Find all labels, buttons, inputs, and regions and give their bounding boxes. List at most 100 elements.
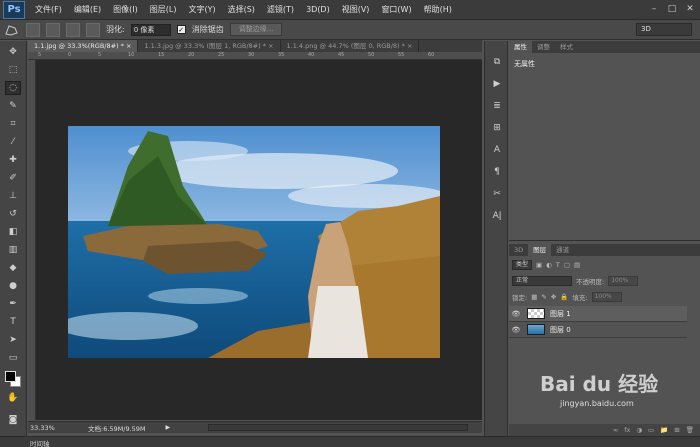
menu-layer[interactable]: 图层(L) bbox=[144, 0, 183, 20]
window-controls: – □ ✕ bbox=[648, 3, 696, 15]
filter-smart-icon[interactable]: ▤ bbox=[574, 261, 580, 269]
watermark-logo: Bai du 经验 bbox=[540, 372, 659, 396]
ruler-tick: 5 bbox=[38, 52, 42, 58]
foreground-color-swatch[interactable] bbox=[5, 371, 16, 382]
document-photo[interactable] bbox=[68, 126, 440, 358]
tab-close-icon[interactable]: × bbox=[268, 42, 273, 50]
brush-tool-icon[interactable]: ✐ bbox=[5, 171, 21, 185]
feather-input[interactable] bbox=[130, 23, 171, 36]
antialias-checkbox[interactable]: ✓ bbox=[176, 25, 186, 34]
lock-all-icon[interactable]: 🔒 bbox=[560, 293, 568, 301]
eraser-tool-icon[interactable]: ◧ bbox=[5, 225, 21, 239]
tab-channels[interactable]: 通道 bbox=[551, 244, 574, 256]
layer-row[interactable]: 👁 图层 0 bbox=[509, 322, 687, 338]
tab-styles[interactable]: 样式 bbox=[555, 41, 578, 53]
lasso-tool-icon[interactable]: ◌ bbox=[5, 81, 21, 95]
eyedropper-tool-icon[interactable]: ⁄ bbox=[5, 135, 21, 149]
layer-filter-select[interactable]: 类型 bbox=[512, 260, 533, 270]
menu-edit[interactable]: 编辑(E) bbox=[68, 0, 107, 20]
new-selection-icon[interactable] bbox=[26, 22, 40, 37]
fill-input[interactable]: 100% bbox=[591, 292, 622, 302]
layer-row[interactable]: 👁 图层 1 bbox=[509, 306, 687, 322]
document-size-info: 文档:6.59M/9.59M bbox=[88, 424, 146, 433]
ruler-tick: 25 bbox=[218, 52, 225, 58]
menu-view[interactable]: 视图(V) bbox=[336, 0, 376, 20]
menu-type[interactable]: 文字(Y) bbox=[182, 0, 221, 20]
type-tool-icon[interactable]: T bbox=[5, 315, 21, 329]
visibility-eye-icon[interactable]: 👁 bbox=[509, 310, 523, 318]
intersect-selection-icon[interactable] bbox=[86, 22, 100, 37]
polygonal-lasso-icon[interactable] bbox=[4, 23, 20, 37]
pen-tool-icon[interactable]: ✒ bbox=[5, 297, 21, 311]
tab-layers[interactable]: 图层 bbox=[528, 244, 552, 256]
filter-type-icon[interactable]: T bbox=[556, 261, 560, 269]
document-tabs: 1.1.jpg @ 33.3%(RGB/8#) * × 1.1.3.jpg @ … bbox=[28, 40, 482, 52]
antialias-label: 消除锯齿 bbox=[191, 25, 224, 34]
ruler-tick: 45 bbox=[338, 52, 345, 58]
lock-pixels-icon[interactable]: ✎ bbox=[541, 293, 546, 301]
blend-mode-select[interactable]: 正常 bbox=[512, 276, 572, 286]
history-brush-tool-icon[interactable]: ↺ bbox=[5, 207, 21, 221]
history-panel-icon[interactable]: ⧉ bbox=[489, 55, 505, 69]
opacity-input[interactable]: 100% bbox=[608, 276, 639, 286]
paragraph-panel-icon[interactable]: ¶ bbox=[489, 165, 505, 179]
shape-tool-icon[interactable]: ▭ bbox=[5, 351, 21, 365]
close-button[interactable]: ✕ bbox=[684, 3, 696, 15]
menu-3d[interactable]: 3D(D) bbox=[300, 0, 336, 20]
feather-label: 羽化: bbox=[106, 25, 125, 34]
clone-stamp-tool-icon[interactable]: ⊥ bbox=[5, 189, 21, 203]
tab-doc-2[interactable]: 1.1.3.jpg @ 33.3% (图层 1, RGB/8#) * × bbox=[138, 40, 281, 52]
menu-filter[interactable]: 滤镜(T) bbox=[261, 0, 300, 20]
workspace-select[interactable]: 3D bbox=[636, 23, 692, 36]
zoom-level[interactable]: 33.33% bbox=[28, 424, 58, 432]
dodge-tool-icon[interactable]: ● bbox=[5, 279, 21, 293]
healing-brush-tool-icon[interactable]: ✚ bbox=[5, 153, 21, 167]
menu-window[interactable]: 窗口(W) bbox=[375, 0, 417, 20]
tab-doc-1[interactable]: 1.1.jpg @ 33.3%(RGB/8#) * × bbox=[28, 40, 139, 52]
minimize-button[interactable]: – bbox=[648, 3, 660, 15]
tool-presets-icon[interactable]: ✂ bbox=[489, 187, 505, 201]
tab-3d[interactable]: 3D bbox=[509, 244, 528, 256]
tab-adjustments[interactable]: 调整 bbox=[532, 41, 555, 53]
character-panel-icon[interactable]: A bbox=[489, 143, 505, 157]
tab-close-icon[interactable]: × bbox=[407, 42, 412, 50]
menu-image[interactable]: 图像(I) bbox=[107, 0, 144, 20]
brush-panel-icon[interactable]: ≣ bbox=[489, 99, 505, 113]
type-panel-icon[interactable]: Aǀ bbox=[489, 209, 505, 223]
hand-tool-icon[interactable]: ✋ bbox=[5, 391, 21, 405]
menu-select[interactable]: 选择(S) bbox=[222, 0, 261, 20]
marquee-tool-icon[interactable]: ⬚ bbox=[5, 63, 21, 77]
lock-transparent-icon[interactable]: ▦ bbox=[531, 293, 537, 301]
restore-button[interactable]: □ bbox=[666, 3, 678, 15]
quick-mask-icon[interactable]: ◙ bbox=[5, 413, 21, 427]
visibility-eye-icon[interactable]: 👁 bbox=[509, 326, 523, 334]
baidu-watermark: Bai du 经验 jingyan.baidu.com bbox=[540, 368, 690, 428]
add-selection-icon[interactable] bbox=[46, 22, 60, 37]
filter-adjust-icon[interactable]: ◐ bbox=[546, 261, 552, 269]
move-tool-icon[interactable]: ✥ bbox=[5, 45, 21, 59]
crop-tool-icon[interactable]: ⌗ bbox=[5, 117, 21, 131]
clone-source-icon[interactable]: ⊞ bbox=[489, 121, 505, 135]
refine-edge-button[interactable]: 调整边缘... bbox=[229, 23, 283, 36]
menu-file[interactable]: 文件(F) bbox=[29, 0, 68, 20]
subtract-selection-icon[interactable] bbox=[66, 22, 80, 37]
filter-pixel-icon[interactable]: ▣ bbox=[536, 261, 542, 269]
timeline-tab[interactable]: 时间轴 bbox=[30, 438, 50, 447]
canvas-area[interactable] bbox=[36, 60, 482, 420]
tab-properties[interactable]: 属性 bbox=[509, 41, 532, 53]
gradient-tool-icon[interactable]: ▥ bbox=[5, 243, 21, 257]
ruler-tick: 20 bbox=[188, 52, 195, 58]
layer-name: 图层 0 bbox=[550, 325, 571, 334]
path-select-tool-icon[interactable]: ➤ bbox=[5, 333, 21, 347]
menu-help[interactable]: 帮助(H) bbox=[418, 0, 458, 20]
menu-bar: Ps 文件(F) 编辑(E) 图像(I) 图层(L) 文字(Y) 选择(S) 滤… bbox=[0, 0, 700, 20]
filter-shape-icon[interactable]: ▢ bbox=[564, 261, 570, 269]
quick-select-tool-icon[interactable]: ✎ bbox=[5, 99, 21, 113]
blur-tool-icon[interactable]: ◆ bbox=[5, 261, 21, 275]
tab-close-icon[interactable]: × bbox=[126, 42, 131, 50]
status-menu-arrow-icon[interactable]: ▶ bbox=[166, 424, 171, 431]
actions-panel-icon[interactable]: ▶ bbox=[489, 77, 505, 91]
lock-position-icon[interactable]: ✥ bbox=[551, 293, 556, 301]
tab-doc-3[interactable]: 1.1.4.png @ 44.7% (图层 0, RGB/8) * × bbox=[281, 40, 420, 52]
horizontal-scrollbar[interactable] bbox=[208, 424, 468, 431]
